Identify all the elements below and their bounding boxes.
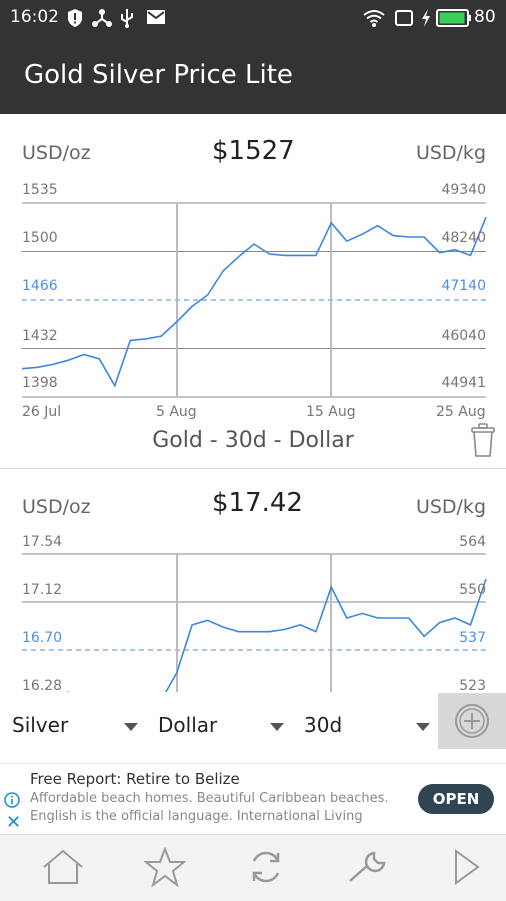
chevron-down-icon[interactable] xyxy=(416,723,430,731)
metal-select[interactable]: Silver xyxy=(12,713,68,737)
gold-ytick-right: 46040 xyxy=(441,328,486,344)
close-icon[interactable]: ✕ xyxy=(6,812,21,833)
silver-ytick-right: 564 xyxy=(459,534,486,550)
chevron-down-icon[interactable] xyxy=(270,723,284,731)
silver-ytick-left: 17.54 xyxy=(22,534,63,550)
gold-chart-caption: Gold - 30d - Dollar xyxy=(152,428,354,453)
home-icon[interactable] xyxy=(40,847,86,887)
app-title: Gold Silver Price Lite xyxy=(24,60,293,90)
app-bar: Gold Silver Price Lite xyxy=(0,36,506,114)
silver-ytick-right: 537 xyxy=(459,630,486,646)
info-icon[interactable] xyxy=(4,792,20,808)
silver-chart xyxy=(22,553,487,692)
gold-ytick-right: 48240 xyxy=(441,230,486,246)
silver-ytick-left: 16.28 xyxy=(22,678,63,692)
selector-bar: Silver Dollar 30d xyxy=(0,693,506,763)
gold-ytick-left: 1398 xyxy=(22,375,58,391)
period-select[interactable]: 30d xyxy=(304,713,342,737)
silver-ytick-right: 523 xyxy=(459,678,486,692)
share-icon xyxy=(92,9,112,27)
silver-ytick-left: 16.70 xyxy=(22,630,63,646)
ad-line-1: Affordable beach homes. Beautiful Caribb… xyxy=(30,791,389,806)
mail-icon xyxy=(147,10,165,24)
status-bar: 16:02 80 xyxy=(0,0,506,36)
gold-ytick-left: 1500 xyxy=(22,230,58,246)
battery-percent: 80 xyxy=(474,7,496,27)
gold-ytick-left: 1535 xyxy=(22,182,58,198)
price-series-line xyxy=(21,216,487,388)
trash-icon[interactable] xyxy=(468,420,498,460)
shield-icon xyxy=(68,9,82,27)
gold-ytick-right: 44941 xyxy=(441,375,486,391)
play-icon[interactable] xyxy=(450,847,484,887)
ad-open-button[interactable]: OPEN xyxy=(418,784,494,814)
price-series-line xyxy=(66,578,487,692)
charging-icon xyxy=(422,9,430,27)
usb-icon xyxy=(121,9,133,28)
currency-select[interactable]: Dollar xyxy=(158,713,217,737)
gold-xtick: 15 Aug xyxy=(306,404,356,420)
wifi-icon xyxy=(363,10,385,27)
plus-circle-icon xyxy=(455,704,489,738)
gold-xtick: 5 Aug xyxy=(156,404,197,420)
add-chart-button[interactable] xyxy=(438,693,506,749)
gold-ytick-left: 1466 xyxy=(22,278,58,294)
card-divider xyxy=(0,468,506,469)
silver-ytick-left: 17.12 xyxy=(22,582,63,598)
gold-ytick-right: 49340 xyxy=(441,182,486,198)
star-icon[interactable] xyxy=(144,847,186,887)
gold-ytick-right: 47140 xyxy=(441,278,486,294)
battery-icon xyxy=(436,9,471,27)
ad-line-2: English is the official language. Intern… xyxy=(30,809,363,824)
gold-xtick: 25 Aug xyxy=(436,404,486,420)
gold-chart xyxy=(21,202,487,398)
ad-banner[interactable]: ✕ Free Report: Retire to Belize Affordab… xyxy=(0,763,506,834)
gold-chart-card[interactable]: USD/oz $1527 USD/kg 1535 1500 1466 1432 … xyxy=(0,114,506,468)
chevron-down-icon[interactable] xyxy=(124,723,138,731)
wrench-icon[interactable] xyxy=(344,847,390,887)
silver-ytick-right: 550 xyxy=(459,582,486,598)
sim-icon xyxy=(395,10,413,26)
silver-chart-card[interactable]: USD/oz $17.42 USD/kg 17.54 17.12 16.70 1… xyxy=(0,470,506,692)
bottom-nav xyxy=(0,834,506,901)
gold-ytick-left: 1432 xyxy=(22,328,58,344)
ad-title[interactable]: Free Report: Retire to Belize xyxy=(30,770,240,788)
refresh-icon[interactable] xyxy=(246,847,286,887)
gold-xtick: 26 Jul xyxy=(22,404,62,420)
status-time: 16:02 xyxy=(10,7,59,27)
